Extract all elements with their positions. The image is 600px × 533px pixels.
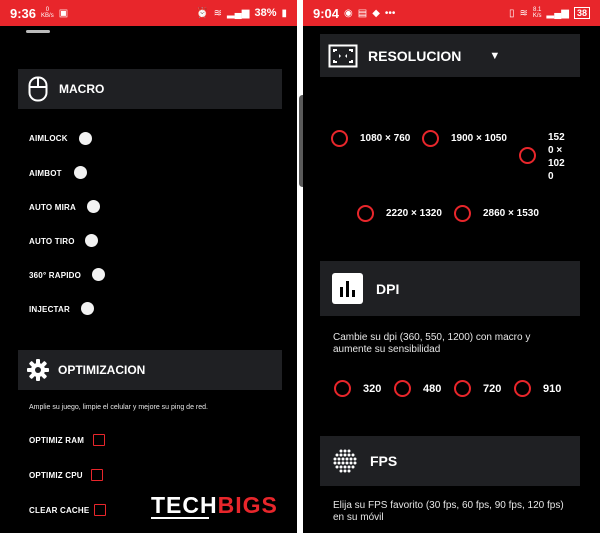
status-bar: 9:04 ◉ ▤ ◆ ••• ▯ ≋ 8.1 K/s ▂▄▆ 38 bbox=[303, 0, 600, 26]
toggle-auto-tiro[interactable]: AUTO TIRO bbox=[29, 233, 75, 249]
left-screen: 9:36 0 KB/s ▣ ⏰ ≋ ▂▄▆ 38% ▮ MACRO AIMLOC… bbox=[0, 0, 297, 533]
toggle-knob-aimbot[interactable] bbox=[74, 166, 87, 179]
chart-bars-icon bbox=[332, 273, 363, 304]
optimizacion-header: OPTIMIZACION bbox=[18, 350, 282, 390]
dpi-description: Cambie su dpi (360, 550, 1200) con macro… bbox=[333, 332, 531, 355]
fps-title: FPS bbox=[370, 453, 398, 469]
wifi-icon: ≋ bbox=[519, 7, 528, 19]
radio-1080x760[interactable] bbox=[331, 130, 348, 147]
network-speed: 0 KB/s bbox=[41, 7, 54, 19]
toggle-knob-injectar[interactable] bbox=[81, 302, 94, 315]
more-dots-icon: ••• bbox=[384, 7, 396, 19]
radio-label: 910 bbox=[543, 383, 562, 395]
toggle-label: AUTO TIRO bbox=[29, 236, 75, 246]
toggle-label: AIMLOCK bbox=[29, 133, 68, 143]
optimizacion-title: OPTIMIZACION bbox=[58, 363, 146, 377]
message-icon: ▤ bbox=[357, 7, 368, 19]
toggle-aimlock[interactable]: AIMLOCK bbox=[29, 130, 68, 146]
status-time: 9:36 bbox=[10, 5, 37, 21]
radio-1520x1020[interactable] bbox=[519, 147, 536, 164]
mouse-icon bbox=[28, 76, 48, 102]
macro-header: MACRO bbox=[18, 69, 282, 109]
right-screen: 9:04 ◉ ▤ ◆ ••• ▯ ≋ 8.1 K/s ▂▄▆ 38 RESOLU… bbox=[303, 0, 600, 533]
checkbox-optimiz-ram[interactable] bbox=[93, 434, 105, 446]
wifi-icon: ≋ bbox=[213, 7, 222, 19]
dpi-header: DPI bbox=[320, 261, 580, 316]
checkbox-optimiz-cpu[interactable] bbox=[91, 469, 103, 481]
chevron-down-icon[interactable]: ▼ bbox=[489, 50, 500, 62]
checkbox-clear-cache[interactable] bbox=[94, 504, 106, 516]
check-label: CLEAR CACHE bbox=[29, 505, 90, 515]
toggle-injectar[interactable]: INJECTAR bbox=[29, 301, 70, 317]
resolution-icon bbox=[328, 44, 358, 67]
optimizacion-description: Amplie su juego, limpie el celular y mej… bbox=[29, 404, 208, 411]
radio-label: 1900 × 1050 bbox=[451, 133, 507, 144]
game-icon: ◆ bbox=[372, 7, 380, 19]
toggle-label: AIMBOT bbox=[29, 168, 62, 178]
radio-dpi-320[interactable] bbox=[334, 380, 351, 397]
toggle-label: INJECTAR bbox=[29, 304, 71, 314]
techbigs-watermark: TECHBIGS bbox=[151, 492, 278, 518]
status-bar: 9:36 0 KB/s ▣ ⏰ ≋ ▂▄▆ 38% ▮ bbox=[0, 0, 297, 26]
vibrate-icon: ▯ bbox=[508, 7, 515, 19]
radio-label: 720 bbox=[483, 383, 502, 395]
radio-label: 2860 × 1530 bbox=[483, 208, 539, 219]
radio-label: 152 0 × 102 0 bbox=[548, 132, 565, 182]
radio-label: 320 bbox=[363, 383, 382, 395]
toggle-knob-auto-tiro[interactable] bbox=[85, 234, 98, 247]
fps-dots-icon bbox=[333, 449, 357, 473]
alarm-icon: ⏰ bbox=[196, 7, 209, 19]
radio-dpi-720[interactable] bbox=[454, 380, 471, 397]
check-row-cache[interactable]: CLEAR CACHE bbox=[29, 502, 89, 518]
status-time: 9:04 bbox=[313, 5, 340, 21]
radio-dpi-910[interactable] bbox=[514, 380, 531, 397]
check-label: OPTIMIZ RAM bbox=[29, 435, 85, 445]
radio-dpi-480[interactable] bbox=[394, 380, 411, 397]
check-row-ram[interactable]: OPTIMIZ RAM bbox=[29, 432, 84, 448]
image-icon: ▣ bbox=[58, 7, 69, 19]
resolucion-header[interactable]: RESOLUCION ▼ bbox=[320, 34, 580, 77]
network-speed: 8.1 K/s bbox=[532, 7, 542, 19]
toggle-label: AUTO MIRA bbox=[29, 202, 76, 212]
signal-icon: ▂▄▆ bbox=[226, 7, 250, 19]
fps-header: FPS bbox=[320, 436, 580, 486]
top-tab-handle bbox=[26, 30, 50, 33]
radio-label: 480 bbox=[423, 383, 442, 395]
toggle-auto-mira[interactable]: AUTO MIRA bbox=[29, 199, 76, 215]
toggle-knob-auto-mira[interactable] bbox=[87, 200, 100, 213]
resolucion-title: RESOLUCION bbox=[368, 47, 462, 64]
radio-2860x1530[interactable] bbox=[454, 205, 471, 222]
toggle-label: 360° RAPIDO bbox=[29, 270, 82, 280]
check-row-cpu[interactable]: OPTIMIZ CPU bbox=[29, 467, 83, 483]
watermark-underline bbox=[151, 517, 209, 519]
sync-icon: ◉ bbox=[344, 7, 353, 19]
battery-percent: 38% bbox=[254, 7, 277, 19]
fps-description: Elija su FPS favorito (30 fps, 60 fps, 9… bbox=[333, 500, 564, 523]
toggle-360-rapido[interactable]: 360° RAPIDO bbox=[29, 267, 81, 283]
dpi-title: DPI bbox=[376, 280, 400, 297]
check-label: OPTIMIZ CPU bbox=[29, 470, 83, 480]
battery-icon: ▮ bbox=[281, 7, 287, 19]
gear-icon bbox=[27, 359, 49, 381]
toggle-aimbot[interactable]: AIMBOT bbox=[29, 165, 62, 181]
signal-icon: ▂▄▆ bbox=[546, 7, 569, 19]
radio-label: 1080 × 760 bbox=[360, 133, 411, 144]
toggle-knob-360-rapido[interactable] bbox=[92, 268, 105, 281]
radio-label: 2220 × 1320 bbox=[386, 208, 442, 219]
toggle-knob-aimlock[interactable] bbox=[79, 132, 92, 145]
macro-title: MACRO bbox=[59, 82, 105, 96]
radio-2220x1320[interactable] bbox=[357, 205, 374, 222]
battery-level: 38 bbox=[573, 7, 590, 19]
radio-1900x1050[interactable] bbox=[422, 130, 439, 147]
